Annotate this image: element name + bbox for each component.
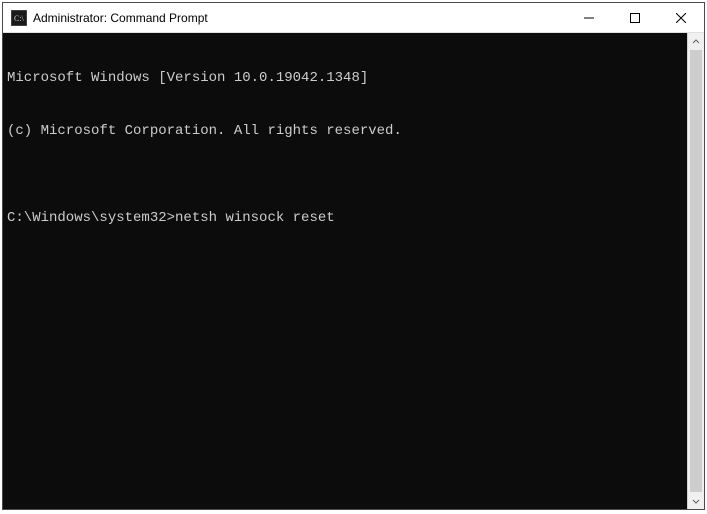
terminal-output[interactable]: Microsoft Windows [Version 10.0.19042.13… (3, 33, 687, 509)
maximize-button[interactable] (612, 3, 658, 32)
close-button[interactable] (658, 3, 704, 32)
output-line: Microsoft Windows [Version 10.0.19042.13… (7, 70, 683, 88)
prompt: C:\Windows\system32> (7, 210, 175, 226)
scroll-down-button[interactable] (688, 492, 704, 509)
output-line: (c) Microsoft Corporation. All rights re… (7, 123, 683, 141)
chevron-down-icon (692, 497, 700, 505)
close-icon (676, 13, 686, 23)
scroll-thumb[interactable] (690, 50, 702, 492)
minimize-icon (584, 13, 594, 23)
minimize-button[interactable] (566, 3, 612, 32)
command-input[interactable]: netsh winsock reset (175, 210, 335, 226)
command-prompt-window: C:\ Administrator: Command Prompt (2, 2, 705, 510)
window-controls (566, 3, 704, 32)
cmd-icon: C:\ (11, 10, 27, 26)
maximize-icon (630, 13, 640, 23)
titlebar[interactable]: C:\ Administrator: Command Prompt (3, 3, 704, 33)
terminal-area: Microsoft Windows [Version 10.0.19042.13… (3, 33, 704, 509)
scroll-track[interactable] (688, 50, 704, 492)
vertical-scrollbar[interactable] (687, 33, 704, 509)
svg-text:C:\: C:\ (14, 14, 25, 23)
chevron-up-icon (692, 38, 700, 46)
prompt-line: C:\Windows\system32>netsh winsock reset (7, 210, 683, 228)
window-title: Administrator: Command Prompt (33, 11, 566, 25)
scroll-up-button[interactable] (688, 33, 704, 50)
